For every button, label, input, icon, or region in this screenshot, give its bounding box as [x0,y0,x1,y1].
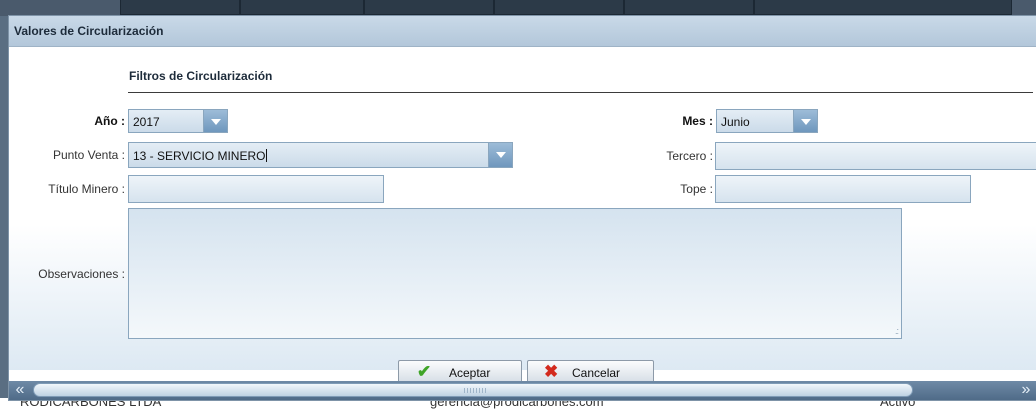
mes-label: Mes : [682,114,713,128]
tope-input[interactable] [715,175,971,203]
dialog-title: Valores de Circularización [14,24,164,38]
tope-label: Tope : [680,182,713,196]
scroll-left-icon[interactable]: « [9,382,31,399]
background-tab [364,0,494,15]
punto-venta-label: Punto Venta : [52,148,125,162]
dialog-body: Filtros de Circularización Año : 2017 Me… [9,47,1036,370]
background-tab [494,0,624,15]
background-tab [624,0,754,15]
mes-select[interactable]: Junio [716,109,818,133]
dialog-titlebar[interactable]: Valores de Circularización [9,16,1036,47]
background-tab [240,0,364,15]
observaciones-label: Observaciones : [38,267,125,281]
titulo-minero-input[interactable] [128,175,384,203]
titulo-minero-label: Título Minero : [48,182,125,196]
anio-value: 2017 [133,115,160,129]
anio-label: Año : [94,114,125,128]
chevron-down-icon[interactable] [488,143,512,167]
tercero-label: Tercero : [666,149,713,163]
tercero-input[interactable] [715,142,1036,170]
background-tab [120,0,240,15]
resize-grip-icon[interactable]: .: [895,326,899,336]
cancelar-label: Cancelar [572,366,621,380]
punto-venta-value: 13 - SERVICIO MINERO [133,149,266,163]
punto-venta-select[interactable]: 13 - SERVICIO MINERO [128,142,513,168]
chevron-down-icon[interactable] [203,110,227,132]
section-divider [128,92,1033,93]
mes-value: Junio [721,115,750,129]
background-toolbar [0,0,1036,16]
aceptar-label: Aceptar [449,366,491,380]
background-tab [754,0,1012,15]
section-title: Filtros de Circularización [129,69,273,83]
anio-select[interactable]: 2017 [128,109,228,133]
scroll-right-icon[interactable]: » [1015,382,1036,399]
observaciones-textarea[interactable]: .: [128,208,902,339]
circularization-dialog: Valores de Circularización Filtros de Ci… [8,15,1036,401]
checkmark-icon: ✔ [417,362,432,381]
chevron-down-icon[interactable] [793,110,817,132]
text-cursor [266,149,268,162]
horizontal-scrollbar[interactable]: « » [9,381,1036,400]
cross-icon: ✖ [544,362,559,381]
scrollbar-thumb[interactable] [33,383,913,397]
